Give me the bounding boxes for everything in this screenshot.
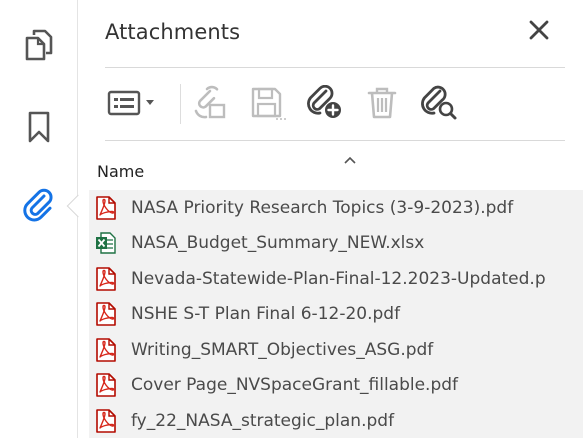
sort-ascending-icon — [343, 152, 357, 170]
file-name: Writing_SMART_Objectives_ASG.pdf — [131, 339, 434, 360]
file-row[interactable]: Writing_SMART_Objectives_ASG.pdf — [89, 332, 583, 368]
page-thumbnails-button[interactable] — [14, 22, 64, 68]
pdf-file-icon — [95, 266, 117, 291]
open-attachment-button[interactable] — [189, 80, 233, 126]
panel-title: Attachments — [105, 20, 241, 44]
file-row[interactable]: NASA Priority Research Topics (3-9-2023)… — [89, 190, 583, 226]
file-name: NASA Priority Research Topics (3-9-2023)… — [131, 197, 514, 218]
delete-icon — [364, 85, 400, 121]
file-row[interactable]: Nevada-Statewide-Plan-Final-12.2023-Upda… — [89, 261, 583, 297]
pdf-file-icon — [95, 373, 117, 398]
save-attachment-icon — [249, 85, 287, 121]
bookmark-icon — [27, 111, 51, 143]
open-attachment-icon — [192, 85, 230, 121]
tool-rail — [0, 0, 78, 438]
pdf-file-icon — [95, 302, 117, 327]
file-name: Nevada-Statewide-Plan-Final-12.2023-Upda… — [131, 268, 546, 289]
pdf-file-icon — [95, 195, 117, 220]
attachments-list: NASA Priority Research Topics (3-9-2023)… — [89, 190, 583, 438]
title-divider — [105, 67, 565, 68]
file-name: NSHE S-T Plan Final 6-12-20.pdf — [131, 304, 401, 325]
search-attachment-icon — [420, 85, 458, 121]
pdf-file-icon — [95, 408, 117, 433]
file-name: NASA_Budget_Summary_NEW.xlsx — [131, 233, 425, 254]
attachments-panel: Attachments Name NASA Priority Research … — [79, 0, 583, 438]
file-name: Cover Page_NVSpaceGrant_fillable.pdf — [131, 375, 459, 396]
file-row[interactable]: fy_22_NASA_strategic_plan.pdf — [89, 403, 583, 438]
save-attachment-button[interactable] — [246, 80, 290, 126]
name-column-header[interactable]: Name — [89, 150, 583, 186]
pdf-file-icon — [95, 337, 117, 362]
file-row[interactable]: NSHE S-T Plan Final 6-12-20.pdf — [89, 297, 583, 333]
toolbar-bottom-divider — [105, 140, 565, 141]
attachments-button[interactable] — [14, 182, 64, 228]
delete-attachment-button[interactable] — [360, 80, 404, 126]
paperclip-icon — [22, 188, 56, 222]
toolbar-divider — [180, 84, 181, 124]
add-attachment-button[interactable] — [303, 80, 347, 126]
column-header-label: Name — [97, 162, 145, 181]
file-row[interactable]: NASA_Budget_Summary_NEW.xlsx — [89, 226, 583, 262]
attachments-toolbar — [105, 80, 565, 126]
pages-icon — [24, 29, 54, 61]
bookmarks-button[interactable] — [14, 104, 64, 150]
view-options-button[interactable] — [105, 80, 161, 126]
add-attachment-icon — [306, 85, 344, 121]
file-row[interactable]: Cover Page_NVSpaceGrant_fillable.pdf — [89, 368, 583, 404]
search-attachments-button[interactable] — [417, 80, 461, 126]
excel-file-icon — [95, 231, 117, 255]
close-icon — [529, 20, 549, 45]
file-name: fy_22_NASA_strategic_plan.pdf — [131, 410, 395, 431]
close-panel-button[interactable] — [525, 18, 553, 46]
list-view-icon — [106, 88, 160, 118]
